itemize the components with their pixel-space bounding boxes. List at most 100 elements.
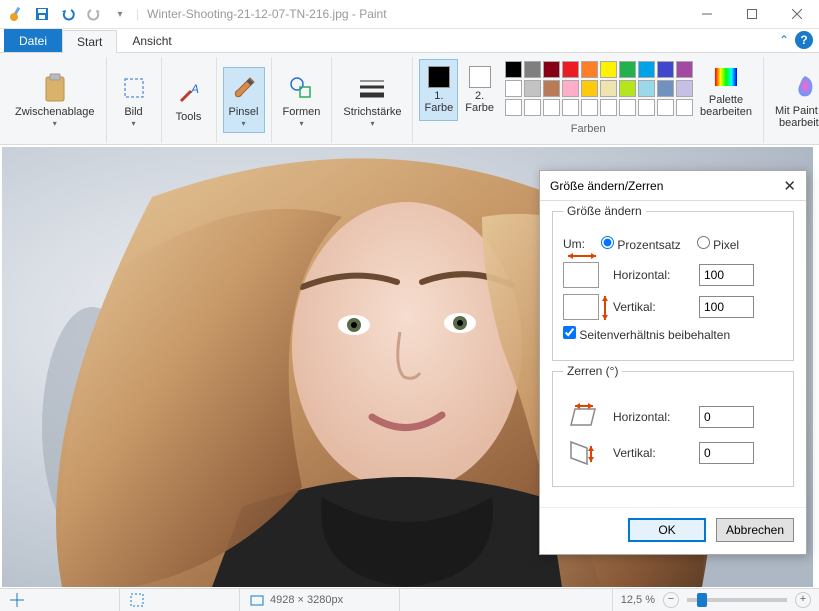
tab-start[interactable]: Start: [62, 30, 117, 53]
titlebar: ▾ | Winter-Shooting-21-12-07-TN-216.jpg …: [0, 0, 819, 29]
color-swatch[interactable]: [619, 61, 636, 78]
paint3d-icon: [789, 71, 819, 103]
collapse-ribbon-icon[interactable]: ⌃: [779, 33, 789, 47]
minimize-button[interactable]: [684, 0, 729, 29]
zoom-out-button[interactable]: −: [663, 592, 679, 608]
qat-dropdown-icon[interactable]: ▾: [109, 3, 131, 25]
color-swatch[interactable]: [657, 80, 674, 97]
color-swatch[interactable]: [505, 61, 522, 78]
resize-h-label: Horizontal:: [613, 268, 693, 282]
resize-v-input[interactable]: [699, 296, 754, 318]
color-swatch[interactable]: [505, 80, 522, 97]
color-swatch[interactable]: [657, 99, 674, 116]
color-swatch[interactable]: [505, 99, 522, 116]
palette-icon: [710, 62, 742, 92]
skew-v-icon: [563, 438, 599, 468]
cursor-pos-icon: [10, 593, 24, 607]
quick-access-toolbar: ▾: [0, 3, 136, 25]
color1-button[interactable]: 1. Farbe: [419, 59, 458, 121]
clipboard-button[interactable]: Zwischenablage▾: [10, 67, 100, 133]
tools-icon: A: [173, 77, 205, 109]
skew-legend: Zerren (°): [563, 364, 622, 378]
skew-h-icon: [563, 402, 599, 432]
dialog-title: Größe ändern/Zerren: [550, 179, 663, 193]
color-swatch[interactable]: [581, 80, 598, 97]
color-swatch[interactable]: [676, 61, 693, 78]
redo-icon[interactable]: [83, 3, 105, 25]
zoom-in-button[interactable]: +: [795, 592, 811, 608]
aspect-checkbox[interactable]: Seitenverhältnis beibehalten: [563, 326, 730, 342]
color-swatch[interactable]: [581, 99, 598, 116]
selection-section: [120, 589, 240, 611]
skew-v-input[interactable]: [699, 442, 754, 464]
zoom-slider[interactable]: [687, 598, 787, 602]
image-size-icon: [250, 593, 264, 607]
shapes-icon: [285, 72, 317, 104]
color2-swatch: [469, 66, 491, 88]
skew-v-label: Vertikal:: [613, 446, 693, 460]
color-swatch[interactable]: [524, 80, 541, 97]
color-swatch[interactable]: [638, 61, 655, 78]
dialog-close-icon[interactable]: ✕: [783, 177, 796, 195]
color-swatch[interactable]: [638, 99, 655, 116]
ok-button[interactable]: OK: [628, 518, 706, 542]
select-icon: [118, 72, 150, 104]
tab-view[interactable]: Ansicht: [117, 29, 186, 52]
size-button[interactable]: Strichstärke▾: [338, 67, 406, 133]
tab-file[interactable]: Datei: [4, 29, 62, 52]
color-swatch[interactable]: [581, 61, 598, 78]
color-swatch[interactable]: [676, 80, 693, 97]
ribbon-tabs: Datei Start Ansicht ⌃ ?: [0, 29, 819, 53]
color-swatch[interactable]: [657, 61, 674, 78]
image-size-section: 4928 × 3280px: [240, 589, 400, 611]
color-swatch[interactable]: [543, 99, 560, 116]
skew-h-input[interactable]: [699, 406, 754, 428]
clipboard-icon: [39, 72, 71, 104]
color-swatch[interactable]: [543, 80, 560, 97]
color-swatch[interactable]: [619, 80, 636, 97]
ribbon: Zwischenablage▾ Bild▾ A Tools Pinsel▾: [0, 53, 819, 145]
resize-v-label: Vertikal:: [613, 300, 693, 314]
color-swatch[interactable]: [562, 80, 579, 97]
percent-radio[interactable]: Prozentsatz: [601, 236, 681, 252]
cancel-button[interactable]: Abbrechen: [716, 518, 794, 542]
selection-icon: [130, 593, 144, 607]
skew-h-label: Horizontal:: [613, 410, 693, 424]
color-swatch[interactable]: [638, 80, 655, 97]
color-swatch[interactable]: [600, 99, 617, 116]
zoom-section: 12,5 % − +: [613, 592, 819, 608]
brushes-button[interactable]: Pinsel▾: [223, 67, 265, 133]
color-swatch[interactable]: [600, 80, 617, 97]
edit-palette-button[interactable]: Palette bearbeiten: [695, 59, 757, 121]
color-swatch[interactable]: [676, 99, 693, 116]
color-swatch[interactable]: [543, 61, 560, 78]
image-button[interactable]: Bild▾: [113, 67, 155, 133]
color-swatch[interactable]: [600, 61, 617, 78]
color-swatch[interactable]: [562, 99, 579, 116]
pixel-radio[interactable]: Pixel: [697, 236, 739, 252]
color2-button[interactable]: 2. Farbe: [460, 59, 499, 121]
help-icon[interactable]: ?: [795, 31, 813, 49]
color-swatch[interactable]: [524, 99, 541, 116]
image-dimensions: 4928 × 3280px: [270, 594, 343, 606]
tools-button[interactable]: A Tools: [168, 67, 210, 133]
color-swatch[interactable]: [524, 61, 541, 78]
resize-legend: Größe ändern: [563, 204, 646, 218]
resize-h-input[interactable]: [699, 264, 754, 286]
cursor-pos-section: [0, 589, 120, 611]
color1-swatch: [428, 66, 450, 88]
paint3d-button[interactable]: Mit Paint 3D bearbeiten: [770, 67, 819, 133]
dialog-titlebar: Größe ändern/Zerren ✕: [540, 171, 806, 201]
brush-icon: [228, 72, 260, 104]
save-icon[interactable]: [31, 3, 53, 25]
color-swatch[interactable]: [562, 61, 579, 78]
maximize-button[interactable]: [729, 0, 774, 29]
shapes-button[interactable]: Formen▾: [278, 67, 326, 133]
skew-fieldset: Zerren (°) Horizontal: Vertikal:: [552, 371, 794, 487]
app-icon: [5, 3, 27, 25]
close-button[interactable]: [774, 0, 819, 29]
undo-icon[interactable]: [57, 3, 79, 25]
svg-text:A: A: [190, 82, 199, 96]
color-swatch[interactable]: [619, 99, 636, 116]
zoom-slider-thumb[interactable]: [697, 593, 707, 607]
